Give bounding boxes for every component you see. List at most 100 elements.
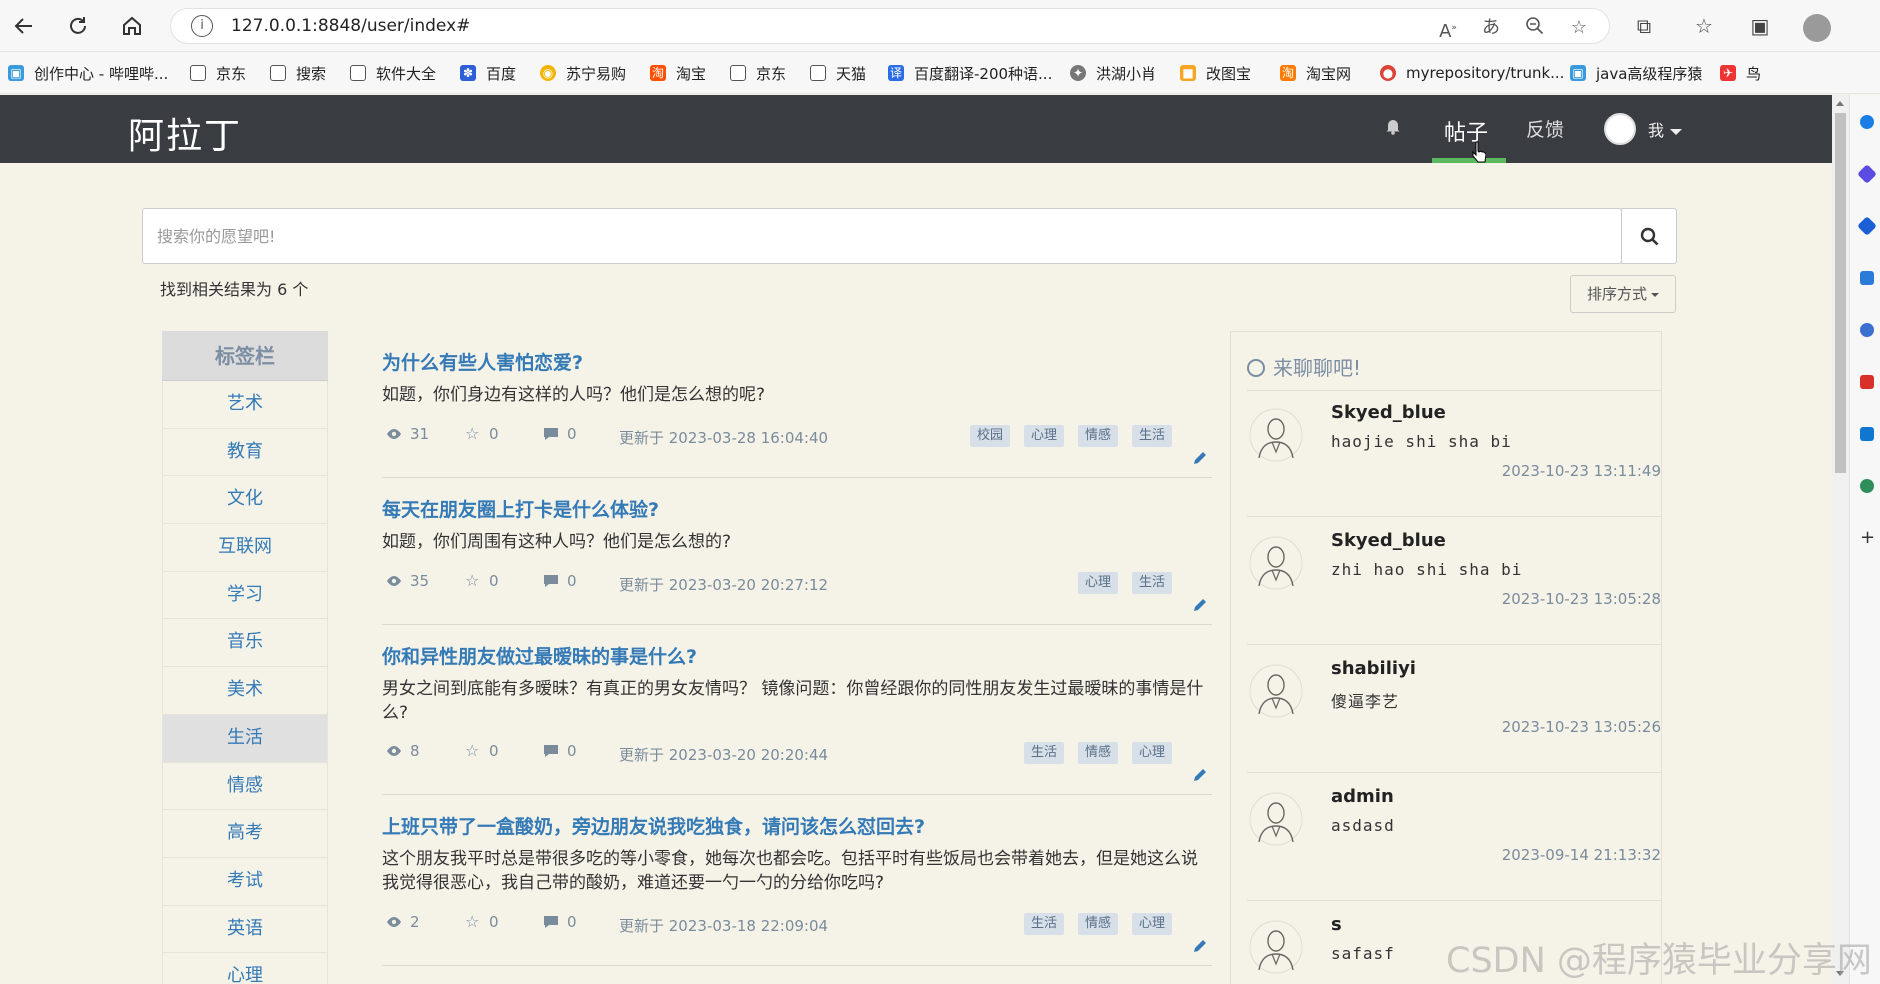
scroll-thumb[interactable]: [1835, 113, 1846, 473]
copilot-icon[interactable]: [1857, 164, 1877, 184]
edit-pencil-icon[interactable]: [1192, 767, 1208, 783]
post-tag[interactable]: 生活: [1024, 742, 1065, 764]
nav-feedback[interactable]: 反馈: [1526, 115, 1564, 142]
tag-item-psychology[interactable]: 心理: [162, 953, 328, 984]
bookmark-item[interactable]: ✈ 鸟: [1720, 62, 1761, 84]
chat-username: Skyed_blue: [1331, 402, 1446, 423]
baidu-icon: ✽: [460, 65, 476, 81]
zoom-out-icon[interactable]: [1523, 16, 1547, 40]
post-title[interactable]: 你和异性朋友做过最暧昧的事是什么?: [382, 642, 1212, 669]
comments[interactable]: 0: [543, 572, 577, 590]
comments[interactable]: 0: [543, 913, 577, 931]
post-item: 你和异性朋友做过最暧昧的事是什么? 男女之间到底能有多暧昧？有真正的男女友情吗？…: [382, 642, 1212, 725]
browser-profile-avatar[interactable]: [1803, 14, 1831, 42]
bookmark-item[interactable]: 译百度翻译-200种语...: [888, 62, 1052, 84]
address-bar[interactable]: i 127.0.0.1:8848/user/index# A» あ ☆: [170, 8, 1610, 44]
edit-pencil-icon[interactable]: [1192, 597, 1208, 613]
search-sidebar-icon[interactable]: [1860, 115, 1874, 129]
shopping-icon[interactable]: [1857, 216, 1877, 236]
add-icon[interactable]: +: [1860, 529, 1875, 547]
bookmark-item[interactable]: 京东: [730, 62, 786, 84]
bookmark-item[interactable]: 京东: [190, 62, 246, 84]
comments[interactable]: 0: [543, 425, 577, 443]
add-favorite-icon[interactable]: ☆: [1567, 16, 1591, 40]
scroll-up-icon[interactable]: [1836, 101, 1844, 106]
read-aloud-icon[interactable]: A»: [1436, 16, 1460, 42]
post-tag[interactable]: 校园: [970, 425, 1011, 447]
user-menu-label: 我: [1648, 121, 1665, 140]
office-icon[interactable]: [1860, 375, 1874, 389]
bookmark-item[interactable]: 淘淘宝网: [1280, 62, 1351, 84]
gaitubao-icon: ■: [1180, 65, 1196, 81]
tag-item-english[interactable]: 英语: [162, 905, 328, 954]
post-title[interactable]: 为什么有些人害怕恋爱?: [382, 348, 1212, 375]
tag-item-fine-arts[interactable]: 美术: [162, 667, 328, 715]
stars[interactable]: ☆ 0: [465, 913, 499, 931]
post-tag[interactable]: 情感: [1078, 742, 1119, 764]
stars[interactable]: ☆ 0: [465, 425, 499, 443]
post-tag[interactable]: 生活: [1132, 425, 1173, 447]
back-icon[interactable]: [8, 10, 40, 42]
bilibili-icon: ▣: [8, 65, 24, 81]
user-avatar[interactable]: [1604, 113, 1636, 145]
edit-pencil-icon[interactable]: [1192, 450, 1208, 466]
page-scrollbar[interactable]: [1832, 95, 1849, 984]
post-tag[interactable]: 情感: [1078, 425, 1119, 447]
post-tag[interactable]: 情感: [1078, 913, 1119, 935]
extensions-icon[interactable]: ⧉: [1630, 12, 1658, 40]
stars[interactable]: ☆ 0: [465, 572, 499, 590]
edit-pencil-icon[interactable]: [1192, 938, 1208, 954]
tag-item-study[interactable]: 学习: [162, 571, 328, 620]
bookmark-item[interactable]: ▣ 创作中心 - 哔哩哔...: [8, 62, 168, 84]
post-tag[interactable]: 心理: [1132, 742, 1173, 764]
post-tag[interactable]: 生活: [1024, 913, 1065, 935]
tag-item-internet[interactable]: 互联网: [162, 524, 328, 572]
reload-icon[interactable]: [62, 10, 94, 42]
outlook-icon[interactable]: [1860, 427, 1874, 441]
sort-button[interactable]: 排序方式: [1570, 275, 1676, 313]
site-info-icon[interactable]: i: [191, 15, 213, 37]
bookmark-item[interactable]: ✽ 百度: [460, 62, 516, 84]
post-tag[interactable]: 心理: [1078, 572, 1119, 594]
tag-item-emotion[interactable]: 情感: [162, 762, 328, 811]
bookmark-item[interactable]: ▣ java高级程序猿: [1570, 62, 1702, 84]
comments[interactable]: 0: [543, 742, 577, 760]
bookmark-item[interactable]: ■ 改图宝: [1180, 62, 1251, 84]
stars[interactable]: ☆ 0: [465, 742, 499, 760]
tag-item-art[interactable]: 艺术: [162, 381, 328, 429]
post-title[interactable]: 每天在朋友圈上打卡是什么体验?: [382, 495, 1212, 522]
bookmark-item[interactable]: 天猫: [810, 62, 866, 84]
bell-icon[interactable]: [1385, 117, 1401, 140]
search-button[interactable]: [1621, 208, 1677, 264]
post-tag[interactable]: 生活: [1132, 572, 1173, 594]
tools-icon[interactable]: [1860, 271, 1874, 285]
bookmark-item[interactable]: 搜索: [270, 62, 326, 84]
user-menu[interactable]: 我: [1648, 117, 1683, 141]
tag-item-gaokao[interactable]: 高考: [162, 810, 328, 858]
drop-icon[interactable]: [1860, 479, 1874, 493]
search-input[interactable]: [143, 209, 1621, 263]
bookmark-item[interactable]: ◉ 苏宁易购: [540, 62, 626, 84]
bookmark-item[interactable]: 软件大全: [350, 62, 436, 84]
tag-item-culture[interactable]: 文化: [162, 476, 328, 525]
post-tag[interactable]: 心理: [1132, 913, 1173, 935]
comment-count: 0: [567, 742, 577, 760]
favorites-icon[interactable]: ☆: [1690, 12, 1718, 40]
site-logo[interactable]: 阿拉丁: [128, 107, 242, 159]
post-tag[interactable]: 心理: [1024, 425, 1065, 447]
people-icon[interactable]: [1860, 323, 1874, 337]
tag-item-life[interactable]: 生活: [162, 714, 328, 763]
tag-item-education[interactable]: 教育: [162, 428, 328, 477]
bookmark-item[interactable]: ✦ 洪湖小肖: [1070, 62, 1156, 84]
collections-icon[interactable]: ▣: [1746, 12, 1774, 40]
home-icon[interactable]: [116, 10, 148, 42]
address-url[interactable]: 127.0.0.1:8848/user/index#: [231, 16, 470, 36]
translate-icon[interactable]: あ: [1479, 16, 1503, 40]
sort-label: 排序方式: [1586, 285, 1647, 303]
post-updated: 更新于 2023-03-20 20:27:12: [619, 576, 829, 594]
bookmark-item[interactable]: ● myrepository/trunk...: [1380, 62, 1564, 84]
bookmark-item[interactable]: 淘淘宝: [650, 62, 706, 84]
tag-item-exam[interactable]: 考试: [162, 857, 328, 906]
tag-item-music[interactable]: 音乐: [162, 619, 328, 668]
post-title[interactable]: 上班只带了一盒酸奶，旁边朋友说我吃独食，请问该怎么怼回去?: [382, 812, 1212, 839]
